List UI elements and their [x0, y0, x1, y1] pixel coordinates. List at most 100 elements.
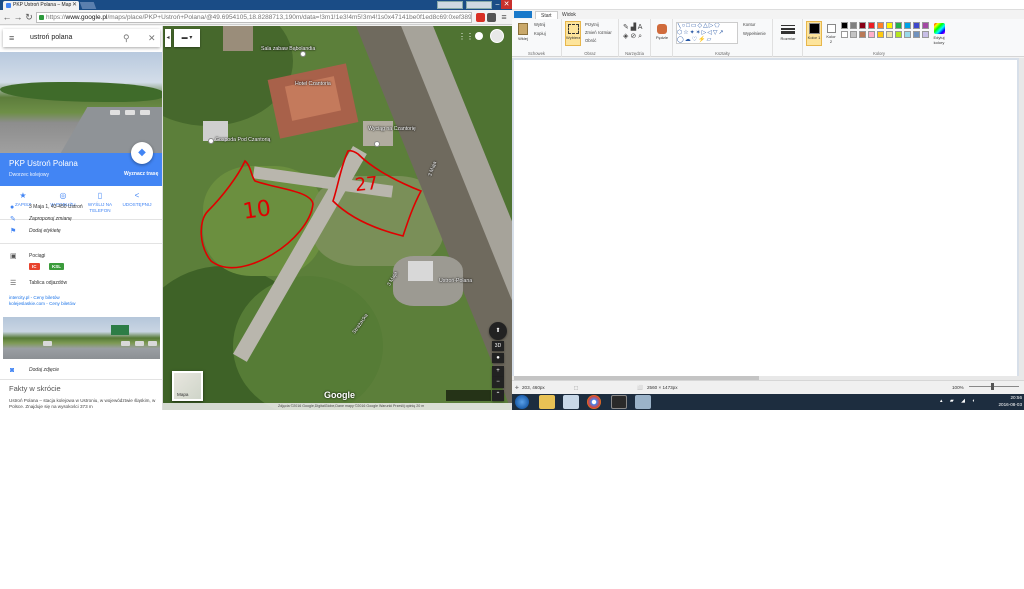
ticket-link-2[interactable]: kolejeslaskie.com - Ceny biletów	[9, 301, 75, 307]
zoom-slider[interactable]	[969, 386, 1019, 387]
color-swatch[interactable]	[904, 31, 911, 38]
train-badge-ksl[interactable]: KSL	[49, 263, 64, 270]
vertical-scrollbar[interactable]	[1019, 58, 1024, 380]
layers-dropdown[interactable]: ▬ ▾	[174, 29, 200, 47]
add-photo-row[interactable]: ◙ Dodaj zdjęcie	[0, 365, 162, 376]
close-tab-icon[interactable]: ✕	[72, 1, 77, 10]
shapes-gallery[interactable]: ╲○□▭◇△▷⬠ ⬡☆✦✶▷◁▽↗ ◯☁♡⚡▱	[676, 22, 738, 44]
explorer-taskbar-icon[interactable]	[539, 395, 555, 409]
zoom-in-button[interactable]: +	[492, 366, 504, 377]
color-swatch[interactable]	[859, 22, 866, 29]
search-icon[interactable]: ⚲	[123, 29, 130, 47]
notifications-icon[interactable]	[475, 32, 483, 40]
expand-strip-icon[interactable]: ⌃	[492, 390, 504, 401]
place-photo[interactable]	[0, 52, 162, 153]
file-menu-button[interactable]	[514, 11, 532, 18]
street-view-strip[interactable]	[446, 390, 491, 401]
map-type-toggle[interactable]: Mapa	[172, 371, 203, 401]
color-swatch[interactable]	[841, 22, 848, 29]
extension-icon-dark[interactable]	[487, 13, 496, 22]
shapes-label: Kształty	[715, 51, 730, 56]
color-swatch[interactable]	[886, 22, 893, 29]
paste-button[interactable]: Wklej	[516, 21, 530, 46]
crop-button[interactable]: Przytnij	[585, 22, 599, 27]
copy-button[interactable]: Kopiuj	[534, 31, 546, 36]
browser-menu-icon[interactable]: ≡	[499, 12, 509, 22]
edit-colors-button[interactable]: Edytuj kolory	[929, 21, 949, 46]
apps-grid-icon[interactable]: ⋮⋮	[458, 32, 474, 41]
color-swatch[interactable]	[841, 31, 848, 38]
reload-icon[interactable]: ↻	[24, 12, 34, 22]
satellite-map[interactable]: Sala zabaw Bąbolandia Hotel Czantoria Wy…	[163, 26, 512, 410]
color-swatch[interactable]	[922, 31, 929, 38]
color-swatch[interactable]	[859, 31, 866, 38]
departures-row[interactable]: ☰ Tablica odjazdów	[0, 278, 162, 289]
address-bar[interactable]: https://www.google.pl/maps/place/PKP+Ust…	[36, 12, 472, 23]
brushes-button[interactable]: Pędzle	[654, 21, 670, 46]
color-swatch[interactable]	[895, 31, 902, 38]
back-arrow-icon[interactable]: ←	[2, 12, 12, 22]
taskbar-thumbnail-1[interactable]	[437, 1, 463, 9]
color-swatch[interactable]	[877, 22, 884, 29]
tool-icons[interactable]: ✎ ▟ A ◈ ⊘ ⌕	[623, 23, 642, 41]
zoom-slider-thumb[interactable]	[991, 383, 994, 390]
color1-button[interactable]: Kolor 1	[806, 21, 822, 46]
browser-window: PKP Ustroń Polana – Map ✕ – ✕ ← → ↻ http…	[0, 0, 512, 410]
paint-taskbar-icon[interactable]	[635, 395, 651, 409]
street-view-photo[interactable]	[3, 317, 160, 359]
zoom-out-button[interactable]: −	[492, 377, 504, 388]
chrome-taskbar-icon[interactable]	[587, 395, 601, 409]
color-swatch[interactable]	[886, 31, 893, 38]
pegman-icon[interactable]: ●	[492, 353, 504, 363]
route-label[interactable]: Wyznacz trasę	[124, 171, 158, 177]
extension-icon-red[interactable]	[476, 13, 485, 22]
color-swatch[interactable]	[850, 22, 857, 29]
fill-dropdown[interactable]: Wypełnienie	[743, 31, 766, 36]
size-button[interactable]: Rozmiar	[778, 21, 798, 46]
add-label-row[interactable]: ⚑ Dodaj etykietę	[0, 226, 162, 237]
drawing-canvas[interactable]	[514, 60, 1017, 378]
color2-button[interactable]: Kolor 2	[824, 21, 838, 46]
color-swatch[interactable]	[904, 22, 911, 29]
app-taskbar-icon[interactable]	[611, 395, 627, 409]
taskbar-thumbnail-2[interactable]	[466, 1, 492, 9]
windows-taskbar: ▴ ▰ ◢ ◐ 20:56 2016-08-03	[512, 394, 1024, 410]
place-type[interactable]: Dworzec kolejowy	[9, 172, 49, 178]
color-swatch[interactable]	[868, 22, 875, 29]
hamburger-menu-icon[interactable]: ≡	[9, 29, 14, 47]
browser-tab[interactable]: PKP Ustroń Polana – Map ✕	[3, 1, 79, 10]
suggest-edit-row[interactable]: ✎ Zaproponuj zmianę	[0, 214, 162, 225]
color-swatch[interactable]	[913, 31, 920, 38]
clear-search-icon[interactable]: ✕	[148, 29, 156, 47]
maps-search-box[interactable]: ≡ ustroń polana ⚲ ✕	[3, 29, 160, 47]
place-name: PKP Ustroń Polana	[9, 159, 78, 168]
compass-icon[interactable]: ⬆	[489, 322, 507, 340]
rotate-button[interactable]: Obróć	[585, 38, 596, 43]
address-row[interactable]: ● 3 Maja 1, 43-450 Ustroń	[0, 202, 162, 213]
collapse-panel-icon[interactable]: ◂	[165, 29, 171, 47]
resize-button[interactable]: Zmień rozmiar	[585, 30, 612, 35]
new-tab-button[interactable]	[79, 2, 97, 9]
tray-icons[interactable]: ▴ ▰ ◢ ◐	[940, 398, 978, 404]
color-swatch[interactable]	[913, 22, 920, 29]
system-clock[interactable]: 20:56 2016-08-03	[999, 395, 1023, 408]
close-window-icon[interactable]: ✕	[501, 0, 512, 9]
cut-button[interactable]: Wytnij	[534, 22, 545, 27]
directions-button[interactable]: ◆	[131, 142, 153, 164]
color-swatch[interactable]	[850, 31, 857, 38]
departures-text: Tablica odjazdów	[29, 280, 68, 286]
select-button[interactable]: Wybierz	[565, 21, 581, 46]
color-swatch[interactable]	[868, 31, 875, 38]
start-button[interactable]	[515, 395, 529, 409]
color-swatch[interactable]	[877, 31, 884, 38]
search-input[interactable]: ustroń polana	[30, 29, 72, 47]
tilt-3d-button[interactable]: 3D	[492, 341, 504, 351]
tab-view[interactable]: Widok	[557, 11, 581, 19]
outline-dropdown[interactable]: Kontur	[743, 22, 755, 27]
forward-arrow-icon[interactable]: →	[13, 12, 23, 22]
color-swatch[interactable]	[922, 22, 929, 29]
notepad-taskbar-icon[interactable]	[563, 395, 579, 409]
train-badge-ic[interactable]: IC	[29, 263, 40, 270]
color-swatch[interactable]	[895, 22, 902, 29]
avatar[interactable]	[490, 29, 504, 43]
